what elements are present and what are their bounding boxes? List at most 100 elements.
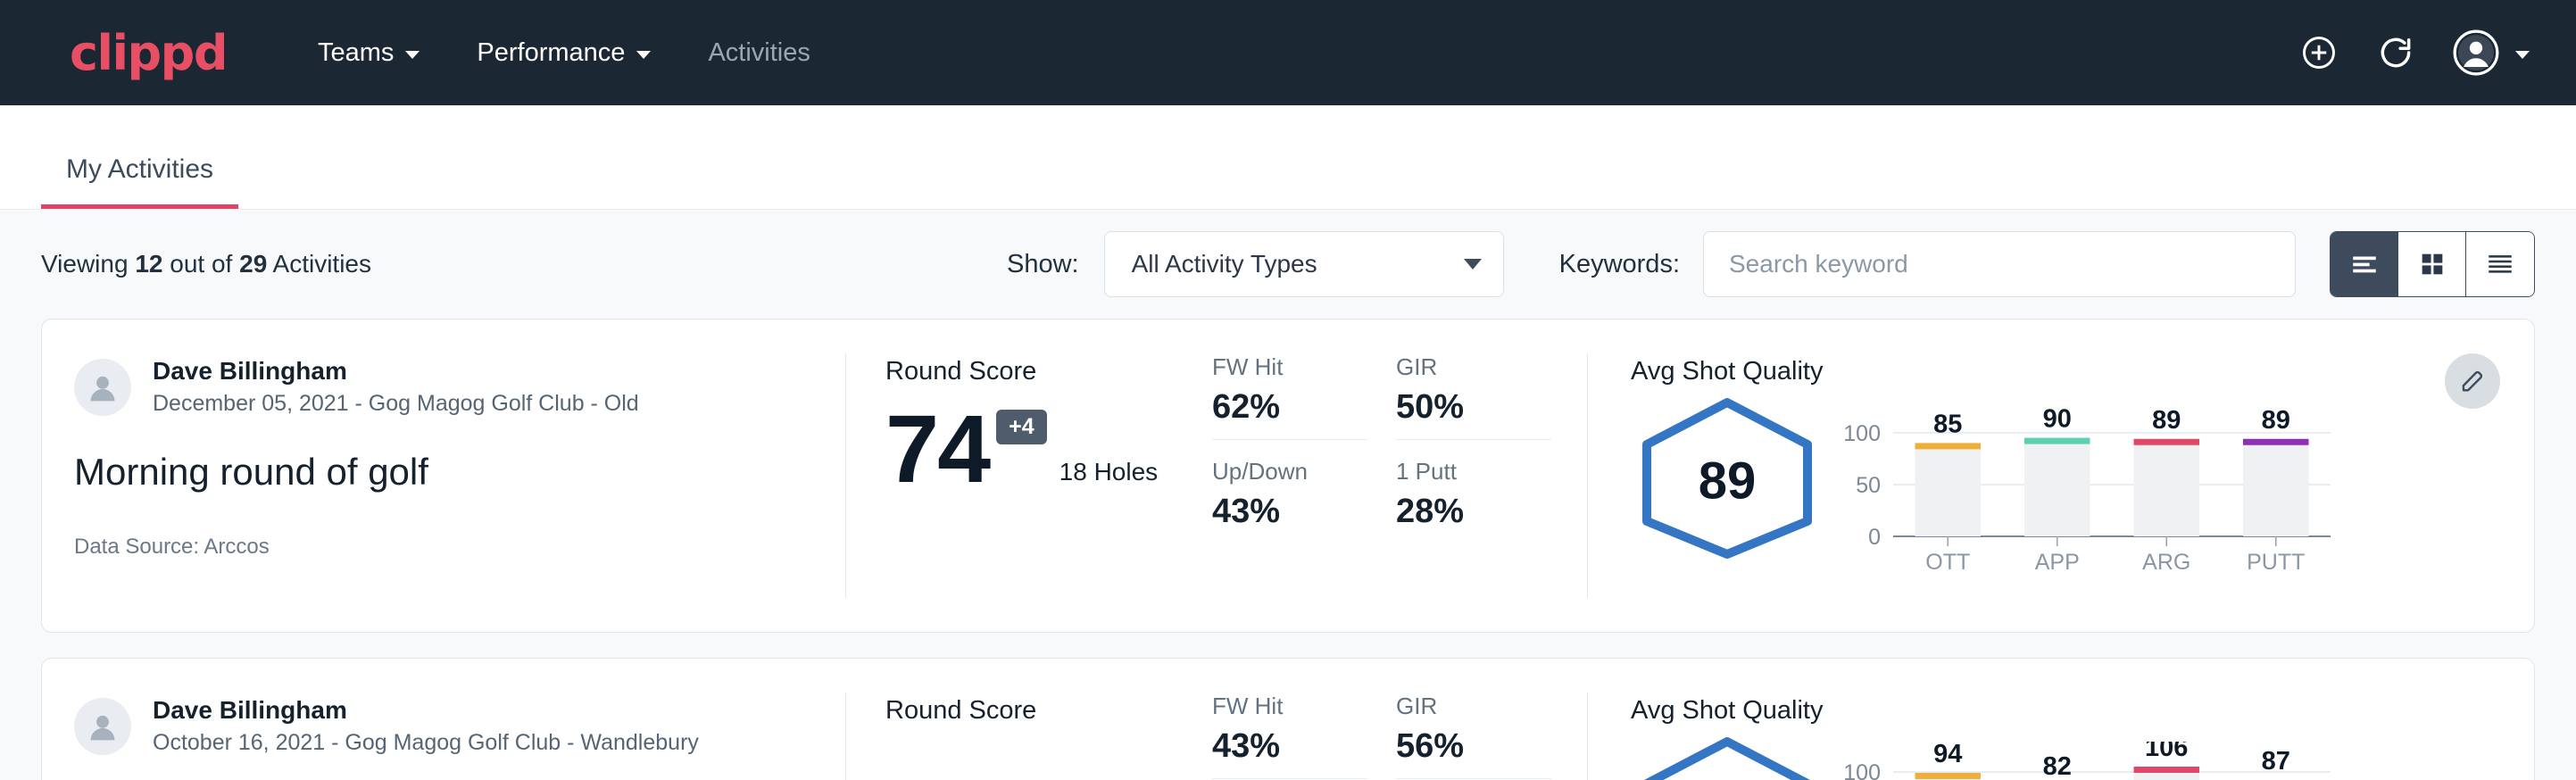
svg-text:94: 94 <box>1933 742 1962 768</box>
primary-nav: Teams Performance Activities <box>314 29 814 77</box>
round-score-section: Round Score 74 +4 18 Holes <box>846 319 1212 632</box>
show-label: Show: <box>1007 250 1079 279</box>
grid-view-button[interactable] <box>2398 232 2466 296</box>
tab-label: My Activities <box>66 154 213 184</box>
activity-title: Morning round of golf <box>74 451 810 494</box>
avg-shot-quality-label: Avg Shot Quality <box>1631 696 2463 726</box>
round-score-value: 74 <box>885 401 989 497</box>
stat-value: 56% <box>1396 727 1551 766</box>
svg-text:OTT: OTT <box>1925 550 1970 572</box>
edit-activity-button[interactable] <box>2445 353 2500 409</box>
viewing-suffix: Activities <box>273 250 371 278</box>
svg-text:82: 82 <box>2043 752 2072 780</box>
avg-shot-quality-body: 89 05010085OTT90APP89ARG89PUTT <box>1631 394 2463 577</box>
holes-label: 18 Holes <box>1059 458 1159 497</box>
score-differential-badge: +4 <box>996 410 1047 444</box>
stat-value: 28% <box>1396 493 1551 531</box>
keywords-label: Keywords: <box>1559 250 1680 279</box>
activity-card[interactable]: Dave Billingham October 16, 2021 - Gog M… <box>41 658 2535 780</box>
avatar <box>74 698 131 755</box>
svg-text:0: 0 <box>1868 525 1881 550</box>
stat-label: 1 Putt <box>1396 458 1551 485</box>
round-score-label: Round Score <box>885 357 1212 386</box>
chevron-down-icon <box>405 51 420 59</box>
activity-data-source: Data Source: Arccos <box>74 535 810 560</box>
viewing-prefix: Viewing <box>41 250 129 278</box>
activity-card[interactable]: Dave Billingham December 05, 2021 - Gog … <box>41 319 2535 633</box>
viewing-count: 12 <box>135 250 162 278</box>
viewing-count-text: Viewing 12 out of 29 Activities <box>41 250 371 278</box>
nav-item-label: Activities <box>708 38 810 68</box>
stat-fw-hit: FW Hit 43% <box>1212 693 1367 779</box>
shot-quality-hexagon <box>1631 733 1824 780</box>
shot-quality-chart: 05010094OTT82APP106ARG87PUTT <box>1836 733 2463 780</box>
viewing-total: 29 <box>239 250 267 278</box>
round-stats: FW Hit 62% GIR 50% Up/Down 43% 1 Putt 28… <box>1212 319 1587 632</box>
player-text: Dave Billingham December 05, 2021 - Gog … <box>153 357 639 417</box>
svg-text:APP: APP <box>2035 550 2080 572</box>
avg-shot-quality-section: Avg Shot Quality 89 05010085OTT90APP89AR… <box>1588 319 2534 632</box>
nav-item-teams[interactable]: Teams <box>314 29 423 77</box>
nav-item-label: Teams <box>318 38 394 68</box>
stat-value: 50% <box>1396 388 1551 427</box>
tab-my-activities[interactable]: My Activities <box>41 154 238 209</box>
view-mode-toggle <box>2330 231 2535 297</box>
svg-text:100: 100 <box>1843 421 1881 446</box>
player-row: Dave Billingham October 16, 2021 - Gog M… <box>74 696 810 756</box>
avatar <box>74 359 131 416</box>
svg-text:100: 100 <box>1843 760 1881 780</box>
activity-info: Dave Billingham December 05, 2021 - Gog … <box>42 319 845 632</box>
svg-text:89: 89 <box>2152 406 2181 435</box>
shot-quality-hexagon: 89 <box>1631 394 1824 568</box>
svg-text:90: 90 <box>2043 405 2072 434</box>
activity-type-select[interactable]: All Activity Types <box>1104 231 1504 297</box>
stat-label: Up/Down <box>1212 458 1367 485</box>
activity-meta: October 16, 2021 - Gog Magog Golf Club -… <box>153 730 699 756</box>
activity-type-value: All Activity Types <box>1132 250 1464 278</box>
clippd-logo[interactable]: clippd <box>70 25 227 81</box>
svg-text:ARG: ARG <box>2142 550 2190 572</box>
stat-gir: GIR 50% <box>1396 353 1551 440</box>
stat-label: FW Hit <box>1212 353 1367 381</box>
chevron-down-icon <box>1464 259 1482 270</box>
stat-value: 43% <box>1212 727 1367 766</box>
player-name: Dave Billingham <box>153 696 699 725</box>
stat-value: 62% <box>1212 388 1367 427</box>
search-input-wrapper[interactable] <box>1703 231 2296 297</box>
avg-shot-quality-label: Avg Shot Quality <box>1631 357 2463 386</box>
search-input[interactable] <box>1729 250 2270 278</box>
stat-fw-hit: FW Hit 62% <box>1212 353 1367 440</box>
compact-view-button[interactable] <box>2466 232 2534 296</box>
svg-text:50: 50 <box>1856 473 1881 498</box>
nav-item-label: Performance <box>477 38 625 68</box>
stat-label: FW Hit <box>1212 693 1367 720</box>
page-content: Viewing 12 out of 29 Activities Show: Al… <box>0 209 2576 780</box>
list-view-button[interactable] <box>2331 232 2398 296</box>
avg-shot-quality-body: 05010094OTT82APP106ARG87PUTT <box>1631 733 2463 780</box>
tab-bar: My Activities <box>0 105 2576 209</box>
player-text: Dave Billingham October 16, 2021 - Gog M… <box>153 696 699 756</box>
avg-shot-quality-value: 89 <box>1631 451 1824 510</box>
stat-label: GIR <box>1396 693 1551 720</box>
activity-info: Dave Billingham October 16, 2021 - Gog M… <box>42 659 845 780</box>
svg-text:PUTT: PUTT <box>2247 550 2305 572</box>
refresh-icon[interactable] <box>2376 33 2415 72</box>
svg-text:106: 106 <box>2145 742 2188 762</box>
round-score-label: Round Score <box>885 696 1212 726</box>
activities-toolbar: Viewing 12 out of 29 Activities Show: Al… <box>41 210 2535 319</box>
chevron-down-icon <box>636 51 651 59</box>
nav-item-activities[interactable]: Activities <box>704 29 813 77</box>
top-navigation-bar: clippd Teams Performance Activities <box>0 0 2576 105</box>
viewing-middle: out of <box>170 250 232 278</box>
svg-text:89: 89 <box>2262 406 2290 435</box>
nav-item-performance[interactable]: Performance <box>473 29 654 77</box>
player-row: Dave Billingham December 05, 2021 - Gog … <box>74 357 810 417</box>
add-icon[interactable] <box>2299 33 2339 72</box>
stat-label: GIR <box>1396 353 1551 381</box>
player-name: Dave Billingham <box>153 357 639 386</box>
activity-meta: December 05, 2021 - Gog Magog Golf Club … <box>153 391 639 417</box>
avg-shot-quality-section: Avg Shot Quality 05010094OTT82APP106ARG8… <box>1588 659 2534 780</box>
stat-one-putt: 1 Putt 28% <box>1396 458 1551 544</box>
nav-actions <box>2299 29 2530 76</box>
account-avatar[interactable] <box>2453 29 2530 76</box>
